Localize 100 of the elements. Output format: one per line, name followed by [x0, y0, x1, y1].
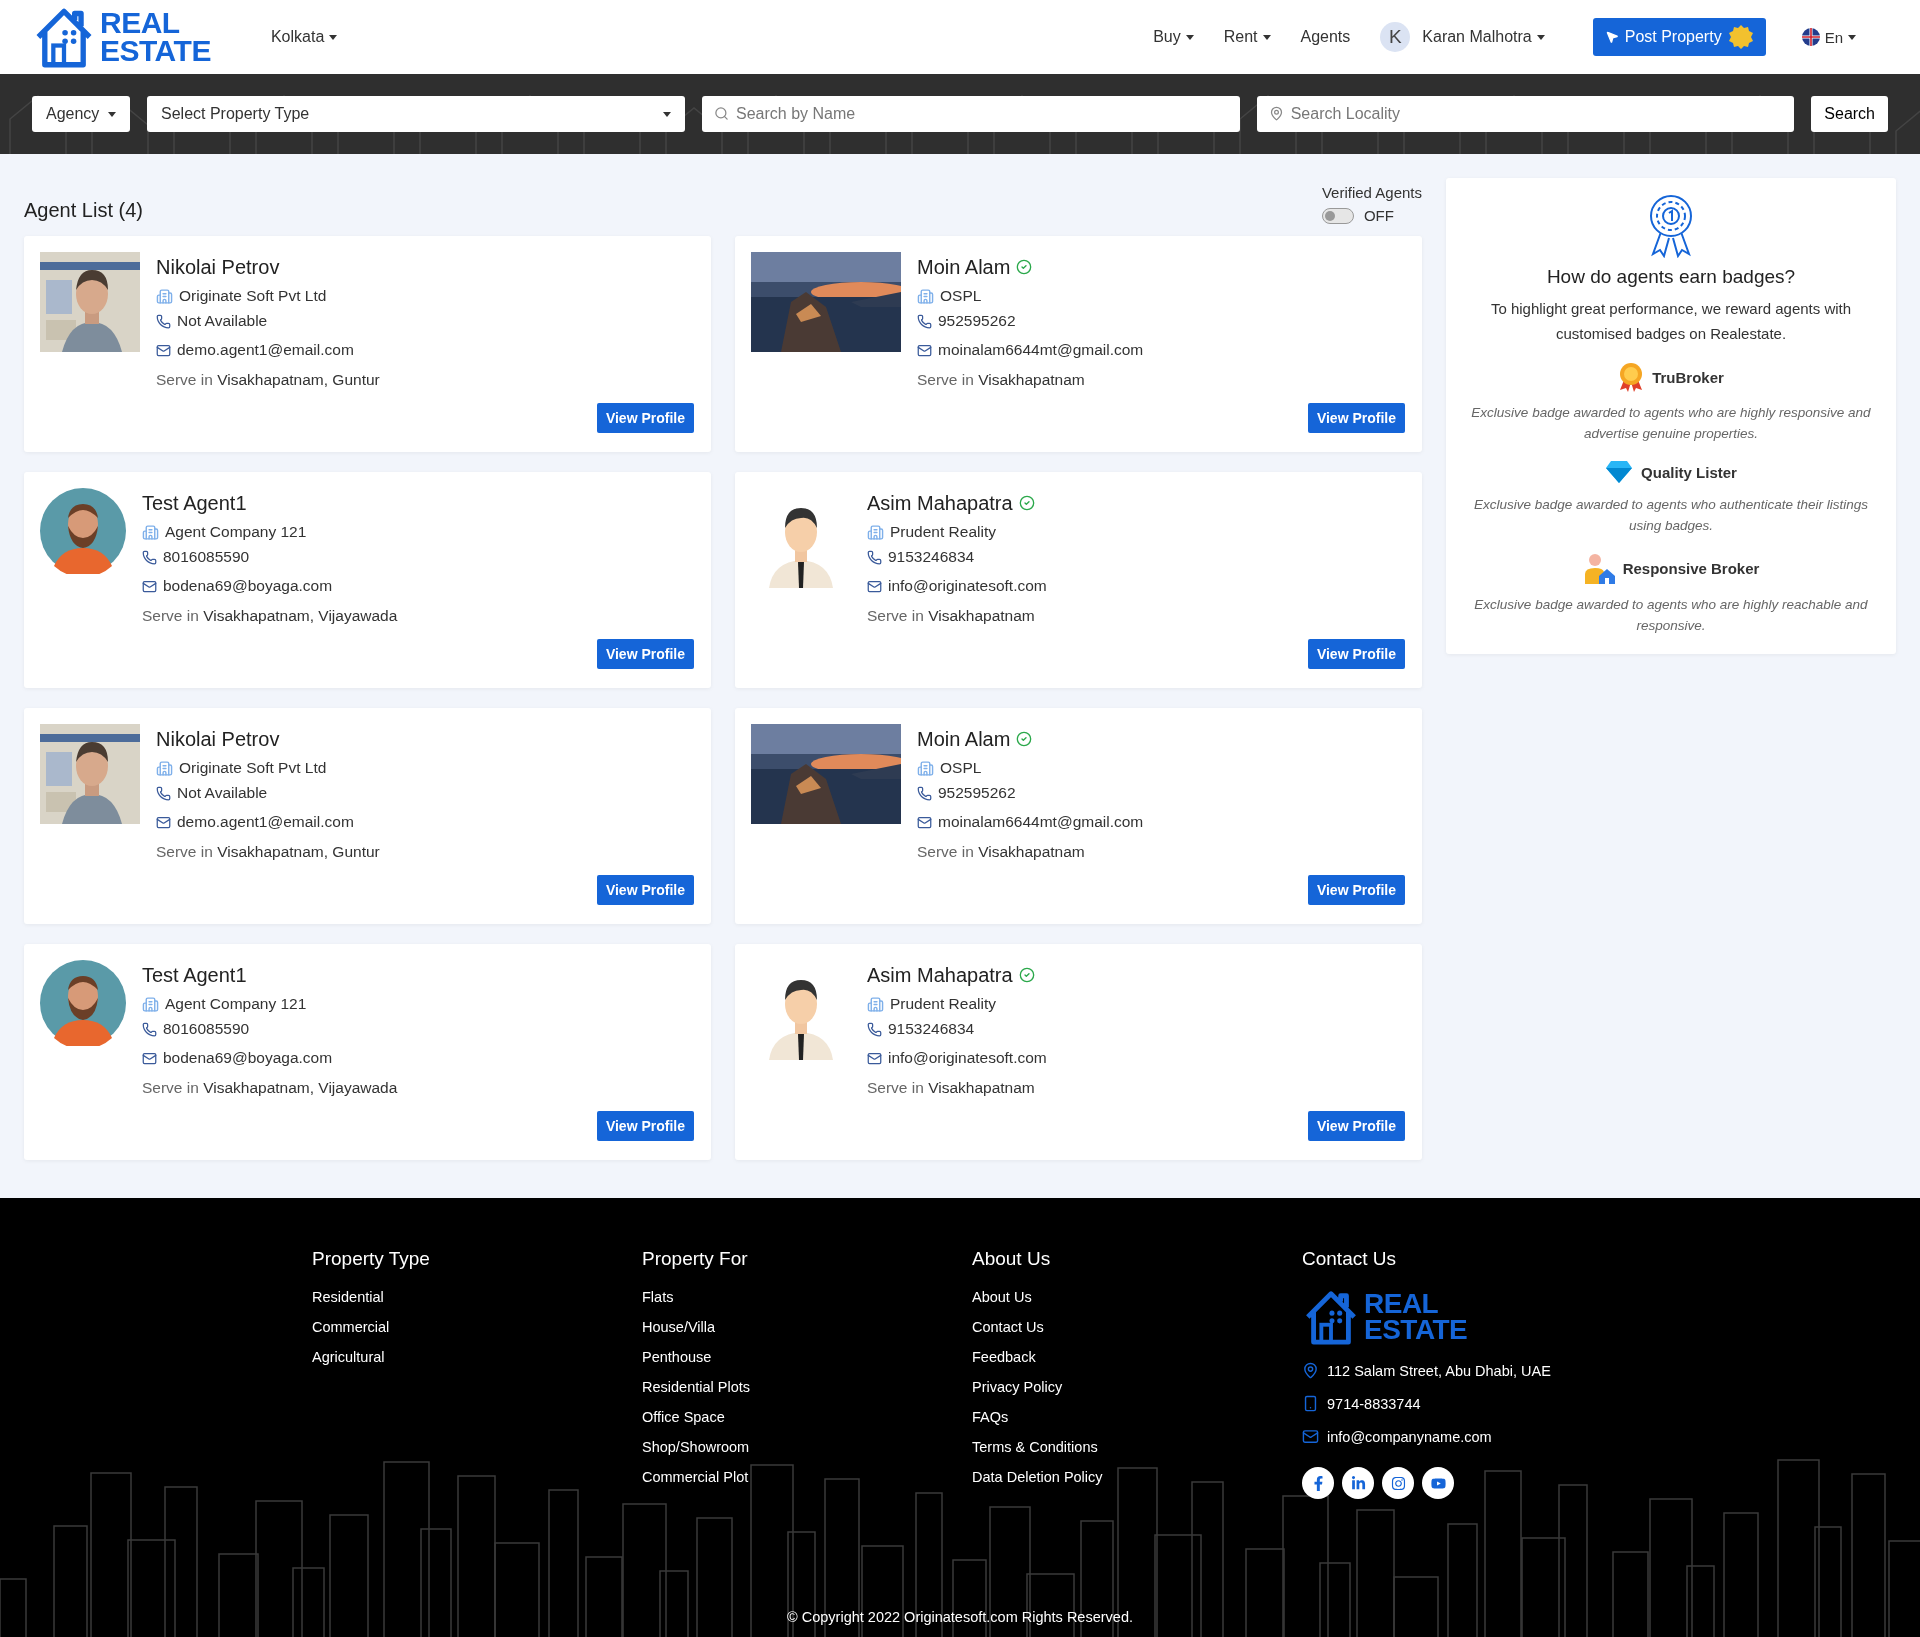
badge-description: Exclusive badge awarded to agents who authenticate their listings using badges.: [1473, 496, 1869, 535]
building-icon: [156, 759, 173, 777]
building-icon: [142, 523, 159, 541]
company-name: Agent Company 121: [165, 995, 307, 1013]
badge-description: Exclusive badge awarded to agents who are highly responsive and advertise genuine properties.: [1470, 404, 1872, 443]
service-area: Serve in Visakhapatnam: [917, 371, 1405, 389]
phone-number: 8016085590: [163, 1020, 250, 1038]
building-icon: [917, 759, 934, 777]
mail-icon: [917, 342, 932, 358]
city-dropdown[interactable]: Kolkata: [264, 27, 344, 47]
search-button[interactable]: Search: [1811, 96, 1888, 132]
phone-number: Not Available: [177, 312, 268, 330]
footer-link[interactable]: Commercial: [312, 1318, 642, 1336]
agent-name: Moin Alam: [917, 727, 1011, 751]
filter-label: Verified Agents: [1321, 184, 1422, 201]
footer-link[interactable]: Agricultural: [312, 1348, 642, 1366]
user-menu[interactable]: K Karan Malhotra: [1380, 22, 1545, 52]
building-icon: [867, 995, 884, 1013]
post-property-button[interactable]: Post Property: [1592, 18, 1766, 56]
footer-link[interactable]: Data Deletion Policy: [972, 1468, 1302, 1486]
youtube-icon[interactable]: [1422, 1467, 1454, 1499]
linkedin-icon[interactable]: [1342, 1467, 1374, 1499]
service-area: Serve in Visakhapatnam: [867, 1079, 1405, 1097]
phone-number: 952595262: [938, 312, 1016, 330]
phone-icon: [867, 549, 882, 565]
footer-heading: Contact Us: [1302, 1248, 1397, 1270]
view-profile-button[interactable]: View Profile: [1307, 875, 1405, 905]
footer-link[interactable]: Residential Plots: [642, 1378, 972, 1396]
view-profile-button[interactable]: View Profile: [596, 875, 694, 905]
footer-link[interactable]: Contact Us: [972, 1318, 1302, 1336]
instagram-icon[interactable]: [1382, 1467, 1414, 1499]
agent-name: Asim Mahapatra: [867, 963, 1013, 987]
search-icon: [714, 106, 729, 121]
verified-toggle[interactable]: [1321, 207, 1354, 224]
view-profile-button[interactable]: View Profile: [596, 639, 694, 669]
badge-icon: [1727, 24, 1754, 50]
footer-link[interactable]: Flats: [642, 1288, 972, 1306]
logo-text: REAL ESTATE: [100, 9, 211, 65]
footer-link[interactable]: About Us: [972, 1288, 1302, 1306]
email-address: moinalam6644mt@gmail.com: [938, 341, 1144, 359]
footer-link[interactable]: House/Villa: [642, 1318, 972, 1336]
phone-icon: [917, 785, 932, 801]
phone-icon: [867, 1021, 882, 1037]
panel-intro: To highlight great performance, we reward agents with customised badges on Realestate.: [1489, 299, 1853, 344]
email-address: bodena69@boyaga.com: [163, 577, 333, 595]
phone-number: 952595262: [938, 784, 1016, 802]
service-area: Serve in Visakhapatnam, Vijayawada: [142, 607, 694, 625]
smartphone-icon: [1302, 1395, 1319, 1412]
footer-heading: About Us: [972, 1248, 1052, 1270]
footer-link[interactable]: Privacy Policy: [972, 1378, 1302, 1396]
mail-icon: [142, 1050, 157, 1066]
nav-link[interactable]: Rent: [1223, 28, 1271, 46]
building-icon: [917, 287, 934, 305]
view-profile-button[interactable]: View Profile: [1307, 1111, 1405, 1141]
footer-link[interactable]: Penthouse: [642, 1348, 972, 1366]
footer-link[interactable]: Feedback: [972, 1348, 1302, 1366]
building-icon: [142, 995, 159, 1013]
nav-link[interactable]: Buy: [1153, 28, 1194, 46]
badge-name: TruBroker: [1652, 368, 1724, 386]
footer-link[interactable]: Terms & Conditions: [972, 1438, 1302, 1456]
footer-link[interactable]: FAQs: [972, 1408, 1302, 1426]
mail-icon: [867, 1050, 882, 1066]
footer-link[interactable]: Office Space: [642, 1408, 972, 1426]
toggle-state: OFF: [1363, 207, 1394, 224]
mail-icon: [1302, 1428, 1319, 1445]
service-area: Serve in Visakhapatnam: [867, 607, 1405, 625]
copyright-text: © Copyright 2022 Originatesoft.com Rights Reserved.: [786, 1609, 1134, 1625]
footer-logo-text: REAL ESTATE: [1364, 1291, 1468, 1343]
contact-detail: 9714-8833744: [1327, 1395, 1421, 1412]
mail-icon: [142, 578, 157, 594]
footer-link[interactable]: Shop/Showroom: [642, 1438, 972, 1456]
diamond-icon: [1605, 460, 1634, 484]
phone-number: Not Available: [177, 784, 268, 802]
footer-link[interactable]: Residential: [312, 1288, 642, 1306]
service-area: Serve in Visakhapatnam, Guntur: [156, 843, 694, 861]
language-dropdown[interactable]: En: [1795, 27, 1862, 47]
footer-heading: Property Type: [312, 1248, 431, 1270]
property-type-select[interactable]: Select Property Type: [147, 96, 685, 132]
service-area: Serve in Visakhapatnam, Vijayawada: [142, 1079, 694, 1097]
badge-description: Exclusive badge awarded to agents who are highly reachable and responsive.: [1473, 596, 1869, 635]
agency-dropdown[interactable]: Agency: [32, 96, 130, 132]
contact-detail: info@companyname.com: [1327, 1428, 1492, 1445]
view-profile-button[interactable]: View Profile: [1307, 639, 1405, 669]
mail-icon: [867, 578, 882, 594]
agent-name: Test Agent1: [142, 491, 247, 515]
view-profile-button[interactable]: View Profile: [1307, 403, 1405, 433]
view-profile-button[interactable]: View Profile: [596, 1111, 694, 1141]
company-name: Originate Soft Pvt Ltd: [179, 287, 327, 305]
view-profile-button[interactable]: View Profile: [596, 403, 694, 433]
facebook-icon[interactable]: [1302, 1467, 1334, 1499]
name-search-field[interactable]: Search by Name: [702, 96, 1240, 132]
nav-link[interactable]: Agents: [1300, 28, 1351, 46]
locality-search-field[interactable]: Search Locality: [1256, 96, 1795, 132]
contact-detail: 112 Salam Street, Abu Dhabi, UAE: [1327, 1362, 1551, 1379]
panel-title: How do agents earn badges?: [1546, 266, 1796, 288]
phone-icon: [142, 549, 157, 565]
footer-link[interactable]: Commercial Plot: [642, 1468, 972, 1486]
phone-icon: [156, 313, 171, 329]
agent-name: Nikolai Petrov: [156, 727, 280, 751]
mail-icon: [156, 814, 171, 830]
